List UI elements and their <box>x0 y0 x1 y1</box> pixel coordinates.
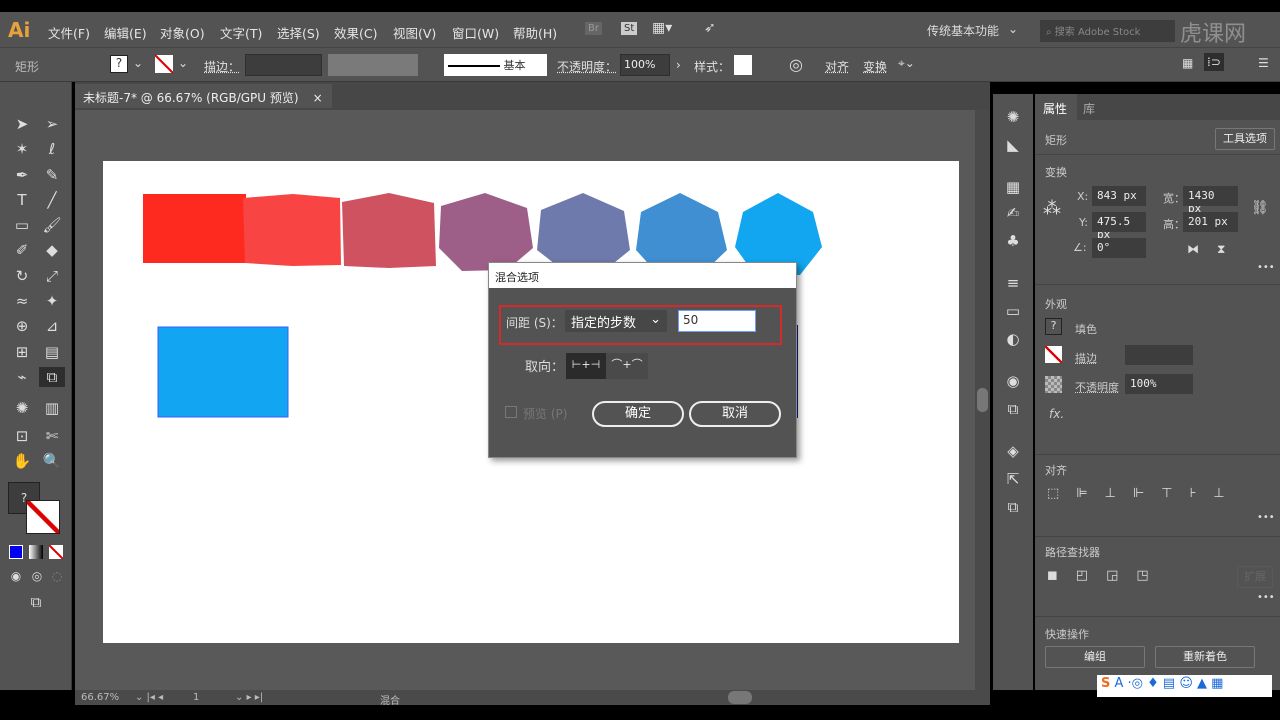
opacity-icon <box>1045 376 1062 393</box>
ime-toolbar[interactable]: S A ·◎ ♦ ▤ ☺ ▲ ▦ <box>1097 675 1272 697</box>
x-label: X: <box>1077 190 1089 203</box>
width-field[interactable]: 1430 px <box>1183 186 1238 215</box>
stroke-swatch[interactable] <box>1045 346 1062 363</box>
stroke-panel-icon[interactable]: ≡ <box>1003 274 1023 294</box>
pathfinder-heading: 路径查找器 <box>1045 546 1100 559</box>
blend-step-shape[interactable] <box>143 194 246 263</box>
flip-vertical-icon[interactable]: ⧗ <box>1217 242 1225 257</box>
reference-point-icon[interactable]: ⁂ <box>1043 198 1061 219</box>
angle-icon: ∠: <box>1073 241 1087 254</box>
blend-step-shape[interactable] <box>636 193 727 272</box>
fx-button[interactable]: fx. <box>1049 407 1064 421</box>
spacing-label: 间距 (S)： <box>506 316 563 330</box>
artboards-icon[interactable]: ⧉ <box>1003 498 1023 518</box>
export-icon[interactable]: ⇱ <box>1003 470 1023 490</box>
align-to-path-button[interactable]: ⌒+⌒ <box>606 353 648 379</box>
expand-button[interactable]: 扩展 <box>1237 566 1273 588</box>
layers-icon[interactable]: ◈ <box>1003 442 1023 462</box>
fill-label: 填色 <box>1075 323 1097 336</box>
steps-input[interactable]: 50 <box>678 310 756 332</box>
y-label: Y: <box>1079 216 1088 229</box>
transparency-icon[interactable]: ◐ <box>1003 330 1023 350</box>
align-to-page-button[interactable]: ⊢+⊣ <box>566 353 606 379</box>
cancel-button[interactable]: 取消 <box>689 401 781 427</box>
tool-options-button[interactable]: 工具选项 <box>1215 128 1275 150</box>
group-button[interactable]: 编组 <box>1045 646 1145 668</box>
blend-step-shape[interactable] <box>439 193 533 271</box>
current-tool-status: 混合 <box>380 696 400 707</box>
angle-field[interactable]: 0° <box>1092 238 1146 258</box>
ok-button[interactable]: 确定 <box>592 401 684 427</box>
dialog-title: 混合选项 <box>489 263 796 288</box>
blend-step-shape[interactable] <box>243 194 341 266</box>
vertical-scrollbar[interactable] <box>975 110 990 690</box>
more-options[interactable]: ••• <box>1257 512 1275 523</box>
color-guide-icon[interactable]: ✺ <box>1003 108 1023 128</box>
preview-label: 预览 (P) <box>523 407 568 421</box>
page-nav-icon[interactable]: ⌄ |◂ ◂ <box>135 692 163 703</box>
zoom-level[interactable]: 66.67% <box>81 692 119 703</box>
gradient-swatch-icon[interactable]: ◣ <box>1003 136 1023 156</box>
swatches-icon[interactable]: ▦ <box>1003 178 1023 198</box>
fill-swatch[interactable]: ? <box>1045 318 1062 335</box>
height-field[interactable]: 201 px <box>1183 212 1238 232</box>
chevron-down-icon: ⌄ <box>650 312 661 327</box>
orientation-label: 取向： <box>525 360 565 375</box>
pathfinder-buttons-icon[interactable]: ◼◰◲◳ <box>1047 568 1167 583</box>
graphic-styles-icon[interactable]: ⧉ <box>1003 400 1023 420</box>
list-menu-icon[interactable]: ☰ <box>1258 56 1269 70</box>
preview-checkbox[interactable] <box>505 406 517 418</box>
transform-heading: 变换 <box>1045 166 1067 179</box>
spacing-dropdown[interactable]: 指定的步数 ⌄ <box>565 310 667 332</box>
opacity-label[interactable]: 不透明度 <box>1075 379 1119 395</box>
search-input[interactable]: ⌕ 搜索 Adobe Stock <box>1040 20 1175 42</box>
x-field[interactable]: 843 px <box>1092 186 1146 206</box>
blend-step-shape[interactable] <box>537 193 630 271</box>
chevron-down-icon[interactable]: ⌄ <box>1008 22 1018 36</box>
tab-properties[interactable]: 属性 <box>1035 94 1077 120</box>
constrain-proportions-icon[interactable]: ⛓ <box>1251 200 1269 216</box>
spacing-value: 指定的步数 <box>571 316 637 331</box>
appearance-heading: 外观 <box>1045 298 1067 311</box>
selected-rectangle[interactable] <box>157 326 289 418</box>
more-options[interactable]: ••• <box>1257 262 1275 273</box>
opacity-field[interactable]: 100% <box>1125 374 1193 394</box>
tab-libraries[interactable]: 库 <box>1083 100 1095 117</box>
recolor-button[interactable]: 重新着色 <box>1155 646 1255 668</box>
align-buttons-icon[interactable]: ⬚⊫⊥⊩⊤⊦⊥ <box>1047 486 1242 501</box>
object-type: 矩形 <box>1045 134 1067 147</box>
horizontal-scrollbar[interactable] <box>728 691 752 704</box>
artboard-number[interactable]: 1 <box>193 692 199 703</box>
stroke-weight-field[interactable] <box>1125 345 1193 365</box>
appearance-icon[interactable]: ◉ <box>1003 372 1023 392</box>
brushes-icon[interactable]: ✍ <box>1003 204 1023 224</box>
panel-icon-strip: ✺ ◣ ▦ ✍ ♣ ≡ ▭ ◐ ◉ ⧉ ◈ ⇱ ⧉ <box>993 94 1033 690</box>
page-nav-next-icon[interactable]: ⌄ ▸ ▸| <box>235 692 263 703</box>
flip-horizontal-icon[interactable]: ⧓ <box>1187 242 1199 256</box>
snap-icon[interactable]: ⁞⊃ <box>1204 53 1224 71</box>
symbols-icon[interactable]: ♣ <box>1003 232 1023 252</box>
blend-step-shape[interactable] <box>342 193 436 268</box>
height-label: 高： <box>1163 218 1185 231</box>
grid-icon[interactable]: ▦ <box>1182 56 1193 70</box>
align-heading: 对齐 <box>1045 464 1067 477</box>
properties-panel: 属性 库 矩形 工具选项 变换 ⁂ X: 843 px Y: 475.5 px … <box>1035 94 1280 690</box>
blend-options-dialog: 混合选项 指定的步数 间距 (S)： 指定的步数 ⌄ 50 取向： ⊢+⊣ ⌒+⌒… <box>488 262 797 458</box>
gradient-panel-icon[interactable]: ▭ <box>1003 302 1023 322</box>
watermark-logo: 虎课网 <box>1180 22 1247 47</box>
stroke-label[interactable]: 描边 <box>1075 350 1097 366</box>
more-options[interactable]: ••• <box>1257 592 1275 603</box>
width-label: 宽： <box>1163 192 1185 205</box>
search-placeholder: 搜索 Adobe Stock <box>1054 27 1141 38</box>
status-bar: 66.67% ⌄ |◂ ◂ 1 ⌄ ▸ ▸| 混合 <box>75 690 990 707</box>
y-field[interactable]: 475.5 px <box>1092 212 1146 241</box>
quick-actions-heading: 快速操作 <box>1045 628 1089 641</box>
